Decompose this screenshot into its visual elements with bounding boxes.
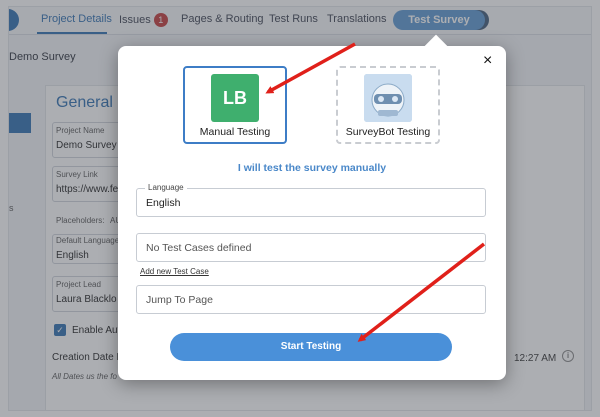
annotation-arrows bbox=[265, 42, 486, 342]
arrow-to-start-testing bbox=[357, 242, 486, 342]
arrow-to-manual-testing bbox=[265, 42, 356, 94]
